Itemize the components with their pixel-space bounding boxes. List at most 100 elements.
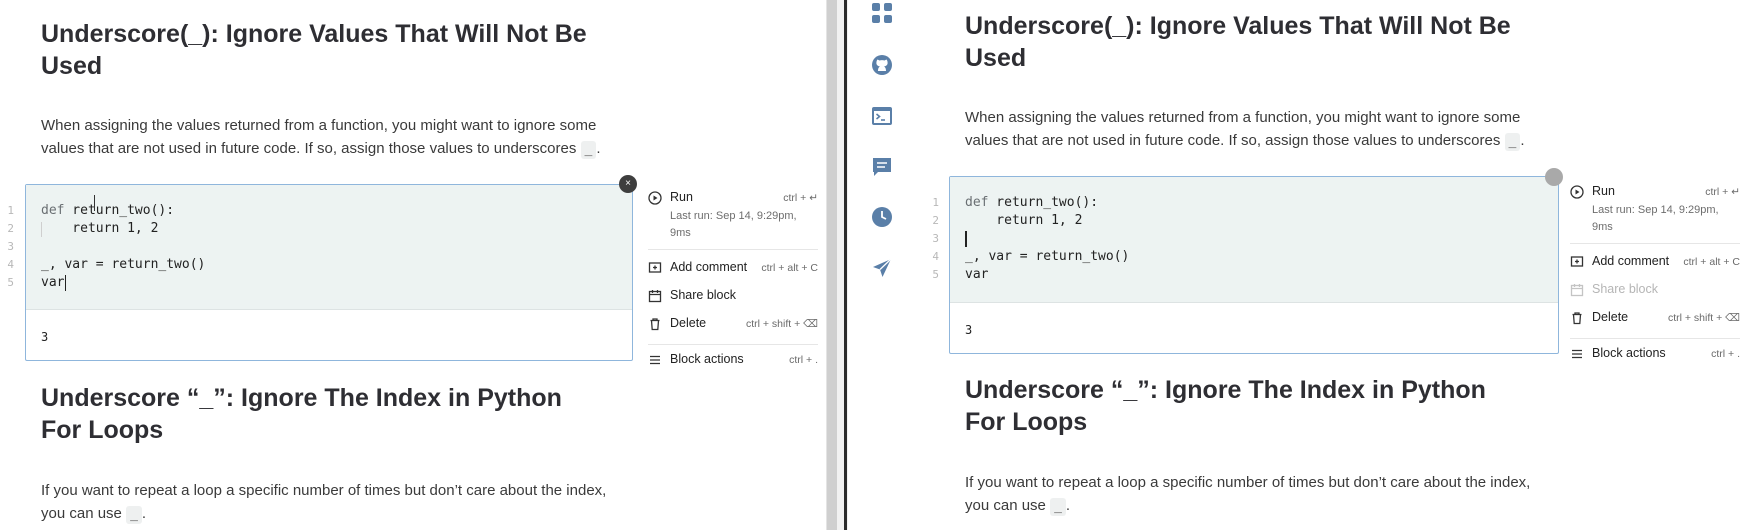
line-number: 2 xyxy=(932,214,939,227)
close-icon[interactable]: × xyxy=(619,175,637,193)
trash-icon xyxy=(648,317,662,331)
code-text: return_two(): xyxy=(988,195,1099,210)
cell-output: 3 xyxy=(950,302,1558,353)
cell-output: 3 xyxy=(26,309,632,360)
code-line: def return_two(): xyxy=(41,202,174,220)
block-actions-shortcut: ctrl + . xyxy=(1711,348,1740,360)
inline-code-underscore: _ xyxy=(1050,498,1066,516)
menu-item-share-block: Share block xyxy=(1570,280,1740,302)
paragraph-ignore-index: If you want to repeat a loop a specific … xyxy=(41,479,621,525)
code-line: def return_two(): xyxy=(965,194,1098,212)
section-heading-ignore-values: Underscore(_): Ignore Values That Will N… xyxy=(41,20,587,80)
run-label: Run xyxy=(670,190,693,204)
menu-item-add-comment[interactable]: Add comment ctrl + alt + C xyxy=(648,258,818,280)
code-line: var xyxy=(41,275,65,290)
output-value: 3 xyxy=(41,330,49,344)
code-keyword: def xyxy=(41,203,65,218)
menu-item-share-block[interactable]: Share block xyxy=(648,286,818,308)
inline-code-underscore: _ xyxy=(580,141,597,159)
text-caret xyxy=(965,231,967,247)
section-heading-ignore-index: Underscore “_”: Ignore The Index in Pyth… xyxy=(965,376,1486,436)
block-actions-label: Block actions xyxy=(1592,346,1666,360)
line-number: 1 xyxy=(932,196,939,209)
line-number: 4 xyxy=(932,250,939,263)
paragraph-end: . xyxy=(1065,497,1071,514)
paragraph-ignore-values: When assigning the values returned from … xyxy=(41,114,621,160)
add-comment-shortcut: ctrl + alt + C xyxy=(761,262,818,274)
paragraph-text: When assigning the values returned from … xyxy=(41,117,597,157)
code-line: return 1, 2 xyxy=(41,221,159,236)
add-comment-label: Add comment xyxy=(670,260,748,274)
apps-grid-icon[interactable] xyxy=(870,1,894,25)
line-number: 5 xyxy=(7,276,14,289)
section-heading-ignore-values: Underscore(_): Ignore Values That Will N… xyxy=(965,12,1511,72)
code-cell[interactable]: def return_two(): return 1, 2 _, var = r… xyxy=(949,176,1559,354)
github-icon[interactable] xyxy=(870,53,894,77)
line-number: 2 xyxy=(7,222,14,235)
code-line: _, var = return_two() xyxy=(41,257,206,272)
menu-separator xyxy=(648,344,818,345)
menu-item-run[interactable]: Run ctrl + ↵ xyxy=(1570,182,1740,204)
code-cell[interactable]: def return_two(): return 1, 2 _, var = r… xyxy=(25,184,633,361)
send-icon[interactable] xyxy=(870,256,894,280)
paragraph-end: . xyxy=(141,505,147,522)
share-block-label: Share block xyxy=(1592,282,1659,296)
block-menu: Run ctrl + ↵ Last run: Sep 14, 9:29pm, 9… xyxy=(1570,182,1740,362)
line-number: 3 xyxy=(7,240,14,253)
output-value: 3 xyxy=(965,323,973,337)
add-comment-label: Add comment xyxy=(1592,254,1670,268)
play-circle-icon xyxy=(1570,185,1584,199)
left-pane: Underscore(_): Ignore Values That Will N… xyxy=(0,0,826,530)
paragraph-text: When assigning the values returned from … xyxy=(965,109,1521,149)
line-number: 3 xyxy=(932,232,939,245)
block-menu: Run ctrl + ↵ Last run: Sep 14, 9:29pm, 9… xyxy=(648,188,818,368)
share-calendar-icon xyxy=(1570,283,1584,297)
last-run-info: Last run: Sep 14, 9:29pm, 9ms xyxy=(670,210,797,239)
menu-separator xyxy=(648,249,818,250)
mouse-ibeam-cursor xyxy=(94,195,95,211)
menu-separator xyxy=(1570,338,1740,339)
menu-item-run[interactable]: Run ctrl + ↵ xyxy=(648,188,818,210)
menu-item-delete[interactable]: Delete ctrl + shift + ⌫ xyxy=(648,314,818,336)
run-shortcut: ctrl + ↵ xyxy=(1705,186,1740,198)
comments-icon[interactable] xyxy=(870,155,894,179)
block-actions-label: Block actions xyxy=(670,352,744,366)
hamburger-menu-icon xyxy=(1570,347,1584,361)
menu-item-add-comment[interactable]: Add comment ctrl + alt + C xyxy=(1570,252,1740,274)
section-heading-ignore-index: Underscore “_”: Ignore The Index in Pyth… xyxy=(41,384,562,444)
run-label: Run xyxy=(1592,184,1615,198)
indent-guide xyxy=(41,222,42,237)
code-line: _, var = return_two() xyxy=(965,249,1130,264)
share-calendar-icon xyxy=(648,289,662,303)
paragraph-ignore-values: When assigning the values returned from … xyxy=(965,106,1545,152)
menu-separator xyxy=(1570,243,1740,244)
line-number: 1 xyxy=(7,204,14,217)
text-caret xyxy=(65,275,66,291)
code-editor[interactable]: def return_two(): return 1, 2 _, var = r… xyxy=(26,185,632,309)
history-clock-icon[interactable] xyxy=(870,205,894,229)
terminal-icon[interactable] xyxy=(870,104,894,128)
line-number: 5 xyxy=(932,268,939,281)
add-comment-icon xyxy=(648,261,662,275)
split-divider[interactable] xyxy=(844,0,847,530)
run-shortcut: ctrl + ↵ xyxy=(783,192,818,204)
code-editor[interactable]: def return_two(): return 1, 2 _, var = r… xyxy=(950,177,1558,302)
add-comment-shortcut: ctrl + alt + C xyxy=(1683,256,1740,268)
code-line: return 1, 2 xyxy=(965,213,1083,228)
side-rail xyxy=(848,0,914,530)
delete-shortcut: ctrl + shift + ⌫ xyxy=(745,318,818,330)
add-comment-icon xyxy=(1570,255,1584,269)
delete-shortcut: ctrl + shift + ⌫ xyxy=(1667,312,1740,324)
hamburger-menu-icon xyxy=(648,353,662,367)
paragraph-end: . xyxy=(1520,132,1525,149)
vertical-scrollbar[interactable] xyxy=(827,0,837,530)
right-pane: Underscore(_): Ignore Values That Will N… xyxy=(848,0,1744,530)
play-circle-icon xyxy=(648,191,662,205)
menu-item-block-actions[interactable]: Block actions ctrl + . xyxy=(1570,344,1740,366)
delete-label: Delete xyxy=(1592,310,1629,324)
line-number: 4 xyxy=(7,258,14,271)
close-icon[interactable] xyxy=(1545,168,1563,186)
last-run-info: Last run: Sep 14, 9:29pm, 9ms xyxy=(1592,204,1719,233)
menu-item-delete[interactable]: Delete ctrl + shift + ⌫ xyxy=(1570,308,1740,330)
menu-item-block-actions[interactable]: Block actions ctrl + . xyxy=(648,350,818,372)
